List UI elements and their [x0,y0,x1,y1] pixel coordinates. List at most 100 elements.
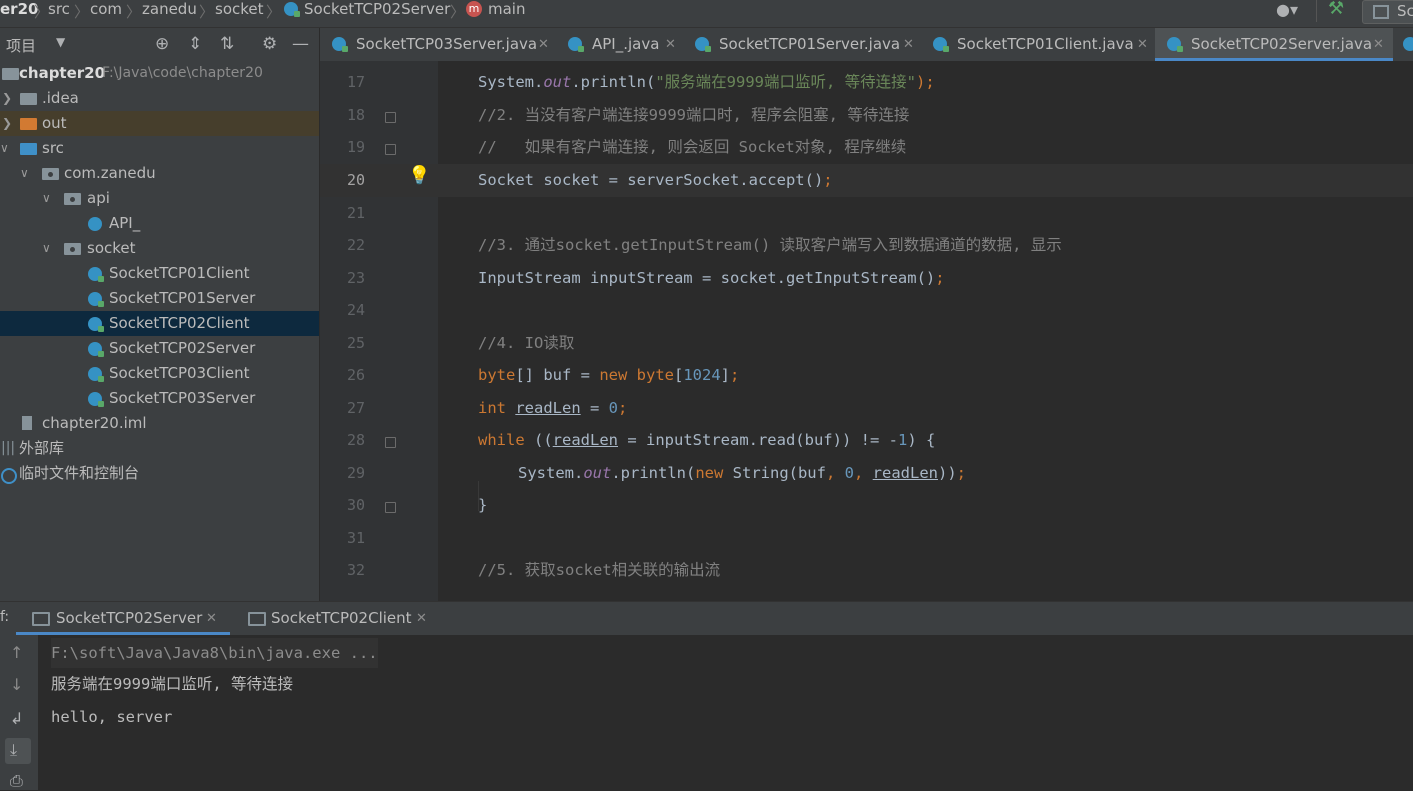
minimize-icon[interactable]: — [292,34,309,54]
soft-wrap-icon[interactable]: ↲ [10,709,23,728]
tree-item-chapter20-iml[interactable]: chapter20.iml [0,411,319,436]
line-number: 19 [346,138,365,156]
breadcrumb-com[interactable]: com [90,0,122,19]
close-icon[interactable]: ✕ [665,28,676,61]
code-editor[interactable]: System.out.println("服务端在9999端口监听, 等待连接")… [438,61,1413,601]
breadcrumb-separator: 〉 [34,3,50,21]
lightbulb-icon[interactable]: 💡 [408,165,430,186]
fold-marker-icon[interactable] [385,437,396,448]
tree-item-socket-tcp03-server[interactable]: SocketTCP03Server [0,386,319,411]
tree-item-out[interactable]: ❯ out [0,111,319,136]
code-line-22: //3. 通过socket.getInputStream() 读取客户端写入到数… [478,236,1062,254]
gear-icon[interactable]: ⚙ [262,34,277,54]
java-class-icon [933,37,949,52]
collapse-all-icon[interactable]: ⇅ [220,34,234,54]
chevron-down-icon[interactable]: ∨ [42,186,51,211]
close-icon[interactable]: ✕ [416,602,427,635]
line-number: 21 [346,204,365,222]
breadcrumb-method[interactable]: main [488,0,525,19]
tree-item-api-class[interactable]: API_ [0,211,319,236]
tree-item-src[interactable]: ∨ src [0,136,319,161]
tree-item-socket-tcp03-client[interactable]: SocketTCP03Client [0,361,319,386]
tree-item-label: 外部库 [19,439,65,457]
chevron-down-icon[interactable]: ▼ [56,35,65,49]
tree-item-chapter20[interactable]: chapter20 F:\Java\code\chapter20 [0,61,319,86]
run-tab-socket-tcp02-server[interactable]: SocketTCP02Server ✕ [16,602,230,635]
tab-label: SocketTCP01Server.java [719,35,901,53]
tree-item-label: SocketTCP01Client [109,264,250,282]
tab-socket-tcp01-client[interactable]: SocketTCP01Client.java ✕ [921,28,1153,61]
code-line-19: // 如果有客户端连接, 则会返回 Socket对象, 程序继续 [478,138,907,156]
tree-item-socket-tcp02-client[interactable]: SocketTCP02Client [0,311,319,336]
down-arrow-icon[interactable]: ↓ [10,675,23,694]
tab-socket-tcp03-server[interactable]: SocketTCP03Server.java ✕ [320,28,554,61]
java-class-icon [695,37,711,52]
tab-socket-tcp02-server[interactable]: SocketTCP02Server.java ✕ [1155,28,1393,61]
close-icon[interactable]: ✕ [206,602,217,635]
editor-tab-bar: SocketTCP03Server.java ✕ API_.java ✕ Soc… [320,28,1413,62]
tree-item-label: 临时文件和控制台 [19,464,140,482]
code-line-29: System.out.println(new String(buf, 0, re… [518,464,967,482]
console-icon [248,612,266,626]
tree-item-scratches[interactable]: 临时文件和控制台 [0,461,319,486]
breadcrumb-socket[interactable]: socket [215,0,264,19]
run-toolbar: ↑ ↓ ↲ ⤓ ⎙ [0,635,38,790]
breadcrumb-class[interactable]: SocketTCP02Server [304,0,450,19]
chevron-down-icon[interactable]: ∨ [20,161,29,186]
expand-all-icon[interactable]: ⇕ [188,34,202,54]
tree-item-external-libraries[interactable]: ||| 外部库 [0,436,319,461]
fold-marker-icon[interactable] [385,144,396,155]
project-view-selector[interactable]: 项目 [6,35,36,56]
scroll-to-end-button[interactable]: ⤓ [5,738,31,764]
tree-item-socket-tcp02-server[interactable]: SocketTCP02Server [0,336,319,361]
hammer-icon[interactable]: ⚒ [1328,0,1344,19]
tree-item-api[interactable]: ∨ api [0,186,319,211]
chevron-down-icon[interactable]: ∨ [0,136,9,161]
fold-marker-icon[interactable] [385,502,396,513]
tree-item-label: SocketTCP01Server [109,289,256,307]
line-number: 32 [346,561,365,579]
up-arrow-icon[interactable]: ↑ [10,643,23,662]
target-icon[interactable]: ⊕ [155,34,169,54]
line-number: 29 [346,464,365,482]
tree-item-label: out [42,114,67,132]
tree-item-socket[interactable]: ∨ socket [0,236,319,261]
tab-overflow[interactable] [1395,28,1413,61]
tab-socket-tcp01-server[interactable]: SocketTCP01Server.java ✕ [683,28,919,61]
user-icon[interactable]: ●▾ [1276,0,1298,19]
breadcrumb-project[interactable]: er20 [0,0,38,19]
tree-item-label: chapter20.iml [42,414,147,432]
fold-marker-icon[interactable] [385,112,396,123]
console-command-line[interactable]: F:\soft\Java\Java8\bin\java.exe ... [51,638,378,668]
chevron-down-icon[interactable]: ∨ [42,236,51,261]
close-icon[interactable]: ✕ [1373,28,1384,61]
close-icon[interactable]: ✕ [903,28,914,61]
close-icon[interactable]: ✕ [1137,28,1148,61]
print-icon[interactable]: ⎙ [10,771,23,791]
breadcrumb-separator: 〉 [126,3,142,21]
code-line-25: //4. IO读取 [478,334,575,352]
run-tab-label: SocketTCP02Client [271,609,412,627]
console-output[interactable]: F:\soft\Java\Java8\bin\java.exe ... 服务端在… [38,635,1413,790]
line-number: 25 [346,334,365,352]
close-icon[interactable]: ✕ [538,28,549,61]
tree-item-com-zanedu[interactable]: ∨ com.zanedu [0,161,319,186]
tree-item-label: api [87,189,110,207]
tree-item-socket-tcp01-server[interactable]: SocketTCP01Server [0,286,319,311]
tree-item-label: chapter20 [19,64,106,82]
run-config-selector[interactable]: Sc [1362,0,1413,24]
java-class-icon [88,392,104,407]
tab-api[interactable]: API_.java ✕ [556,28,681,61]
run-tab-socket-tcp02-client[interactable]: SocketTCP02Client ✕ [232,602,437,635]
tree-item-socket-tcp01-client[interactable]: SocketTCP01Client [0,261,319,286]
chevron-right-icon[interactable]: ❯ [2,111,12,136]
tree-item-label: SocketTCP03Client [109,364,250,382]
code-line-32: //5. 获取socket相关联的输出流 [478,561,721,579]
java-class-icon [88,317,104,332]
tree-item-label: socket [87,239,136,257]
tree-item-idea[interactable]: ❯ .idea [0,86,319,111]
chevron-right-icon[interactable]: ❯ [2,86,12,111]
breadcrumb-src[interactable]: src [48,0,70,19]
java-class-icon [1167,37,1183,52]
breadcrumb-zanedu[interactable]: zanedu [142,0,197,19]
